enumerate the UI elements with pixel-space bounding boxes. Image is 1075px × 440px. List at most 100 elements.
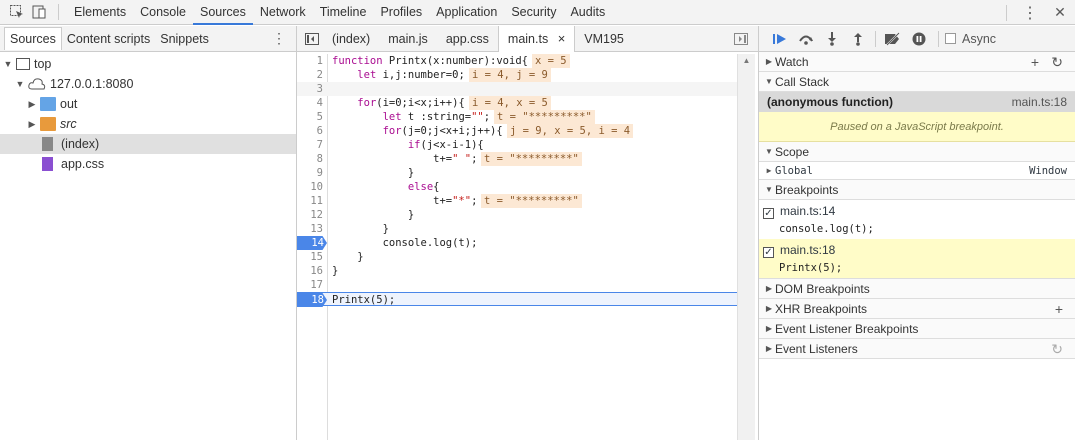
call-frame[interactable]: (anonymous function) main.ts:18: [759, 92, 1075, 112]
inspect-element-icon[interactable]: [6, 1, 28, 23]
step-over-icon[interactable]: [793, 28, 819, 50]
code-line[interactable]: 2 let i,j:number=0; i = 4, j = 9: [297, 68, 737, 82]
breakpoint-checkbox[interactable]: ✓: [763, 208, 774, 219]
expand-arrow-icon[interactable]: ▼: [2, 59, 14, 69]
refresh-listeners-icon[interactable]: ↻: [1051, 341, 1063, 358]
tree-node-host[interactable]: ▼ 127.0.0.1:8080: [0, 74, 296, 94]
tree-node-src[interactable]: ▶ src: [0, 114, 296, 134]
editor-tab-vm195[interactable]: VM195: [575, 27, 633, 51]
watch-section-header[interactable]: ▶ Watch + ↻: [759, 52, 1075, 72]
editor-tab-appcss[interactable]: app.css: [437, 27, 498, 51]
navigator-menu-icon[interactable]: ⋮: [272, 29, 286, 47]
line-number[interactable]: 1: [297, 54, 325, 68]
tab-security[interactable]: Security: [504, 0, 563, 25]
tab-application[interactable]: Application: [429, 0, 504, 25]
line-number[interactable]: 8: [297, 152, 325, 166]
deactivate-breakpoints-icon[interactable]: [880, 28, 906, 50]
code-line[interactable]: 17: [297, 278, 737, 292]
tree-node-index[interactable]: (index): [0, 134, 296, 154]
scope-section-header[interactable]: ▼ Scope: [759, 142, 1075, 162]
code-editor[interactable]: 1 function Printx(x:number):void{x = 52 l…: [297, 54, 737, 440]
tab-profiles[interactable]: Profiles: [373, 0, 429, 25]
editor-scrollbar[interactable]: ▲: [737, 54, 755, 440]
close-tab-icon[interactable]: ×: [558, 31, 566, 46]
call-stack-section-header[interactable]: ▼ Call Stack: [759, 72, 1075, 92]
breakpoint-marker[interactable]: 18: [297, 293, 327, 307]
code-line[interactable]: 11 t+="*"; t = "*********": [297, 194, 737, 208]
resume-icon[interactable]: [767, 28, 793, 50]
breakpoint-checkbox[interactable]: ✓: [763, 247, 774, 258]
code-line[interactable]: 1 function Printx(x:number):void{x = 5: [297, 54, 737, 68]
tab-navigator-sources[interactable]: Sources: [4, 27, 62, 50]
tab-timeline[interactable]: Timeline: [313, 0, 374, 25]
scroll-up-icon[interactable]: ▲: [738, 54, 755, 68]
code-line[interactable]: 14 console.log(t);: [297, 236, 737, 250]
frame-location[interactable]: main.ts:18: [1012, 95, 1067, 109]
code-line[interactable]: 7 if(j<x-i-1){: [297, 138, 737, 152]
code-line[interactable]: 18 Printx(5);: [297, 292, 737, 307]
code-line[interactable]: 16}: [297, 264, 737, 278]
step-out-icon[interactable]: [845, 28, 871, 50]
line-number[interactable]: 5: [297, 110, 325, 124]
customize-menu-icon[interactable]: ⋮: [1015, 2, 1045, 24]
refresh-watch-icon[interactable]: ↻: [1051, 54, 1063, 71]
code-line[interactable]: 5 let t :string=""; t = "*********": [297, 110, 737, 124]
editor-tab-maints[interactable]: main.ts ×: [497, 26, 576, 52]
code-line[interactable]: 8 t+=" "; t = "*********": [297, 152, 737, 166]
toggle-navigator-icon[interactable]: [301, 28, 323, 50]
event-listeners-header[interactable]: ▶ Event Listeners ↻: [759, 339, 1075, 359]
tree-node-out[interactable]: ▶ out: [0, 94, 296, 114]
xhr-breakpoints-header[interactable]: ▶ XHR Breakpoints +: [759, 299, 1075, 319]
tab-sources[interactable]: Sources: [192, 0, 253, 25]
breakpoint-item-active[interactable]: ✓ main.ts:18 Printx(5);: [759, 239, 1075, 279]
line-number[interactable]: 16: [297, 264, 325, 278]
line-number[interactable]: 7: [297, 138, 325, 152]
line-number[interactable]: 13: [297, 222, 325, 236]
line-number[interactable]: 17: [297, 278, 325, 292]
async-checkbox[interactable]: [945, 33, 956, 44]
code-line[interactable]: 4 for(i=0;i<x;i++){i = 4, x = 5: [297, 96, 737, 110]
editor-tab-index[interactable]: (index): [323, 27, 379, 51]
line-number[interactable]: 4: [297, 96, 325, 110]
line-number[interactable]: 2: [297, 68, 325, 82]
dom-breakpoints-header[interactable]: ▶ DOM Breakpoints: [759, 279, 1075, 299]
code-line[interactable]: 10 else{: [297, 180, 737, 194]
code-line[interactable]: 3: [297, 82, 737, 96]
line-number[interactable]: 15: [297, 250, 325, 264]
breakpoint-item[interactable]: ✓ main.ts:14 console.log(t);: [759, 200, 1075, 239]
code-line[interactable]: 13 }: [297, 222, 737, 236]
scope-global[interactable]: ▶ Global Window: [759, 162, 1075, 180]
collapsed-arrow-icon[interactable]: ▶: [26, 119, 38, 130]
code-line[interactable]: 6 for(j=0;j<x+i;j++){j = 9, x = 5, i = 4: [297, 124, 737, 138]
event-listener-breakpoints-header[interactable]: ▶ Event Listener Breakpoints: [759, 319, 1075, 339]
add-xhr-breakpoint-icon[interactable]: +: [1055, 301, 1063, 317]
tab-content-scripts[interactable]: Content scripts: [62, 27, 155, 51]
collapsed-arrow-icon[interactable]: ▶: [26, 99, 38, 110]
tab-audits[interactable]: Audits: [563, 0, 612, 25]
code-line[interactable]: 9 }: [297, 166, 737, 180]
line-number[interactable]: 12: [297, 208, 325, 222]
expand-arrow-icon[interactable]: ▼: [14, 79, 26, 89]
code-line[interactable]: 12 }: [297, 208, 737, 222]
tab-console[interactable]: Console: [133, 0, 193, 25]
tab-snippets[interactable]: Snippets: [155, 27, 214, 51]
tab-network[interactable]: Network: [253, 0, 313, 25]
breakpoint-marker[interactable]: 14: [297, 236, 327, 250]
close-devtools-icon[interactable]: ✕: [1045, 2, 1075, 24]
tree-node-top[interactable]: ▼ top: [0, 54, 296, 74]
add-watch-icon[interactable]: +: [1031, 54, 1039, 70]
pause-on-exceptions-icon[interactable]: [906, 28, 932, 50]
device-mode-icon[interactable]: [28, 1, 50, 23]
line-number[interactable]: 11: [297, 194, 325, 208]
line-number[interactable]: 10: [297, 180, 325, 194]
breakpoints-section-header[interactable]: ▼ Breakpoints: [759, 180, 1075, 200]
toggle-debugger-icon[interactable]: [730, 28, 752, 50]
code-line[interactable]: 15 }: [297, 250, 737, 264]
tab-elements[interactable]: Elements: [67, 0, 133, 25]
line-number[interactable]: 3: [297, 82, 325, 96]
editor-tab-mainjs[interactable]: main.js: [379, 27, 437, 51]
line-number[interactable]: 6: [297, 124, 325, 138]
line-number[interactable]: 9: [297, 166, 325, 180]
tree-node-appcss[interactable]: app.css: [0, 154, 296, 174]
step-into-icon[interactable]: [819, 28, 845, 50]
